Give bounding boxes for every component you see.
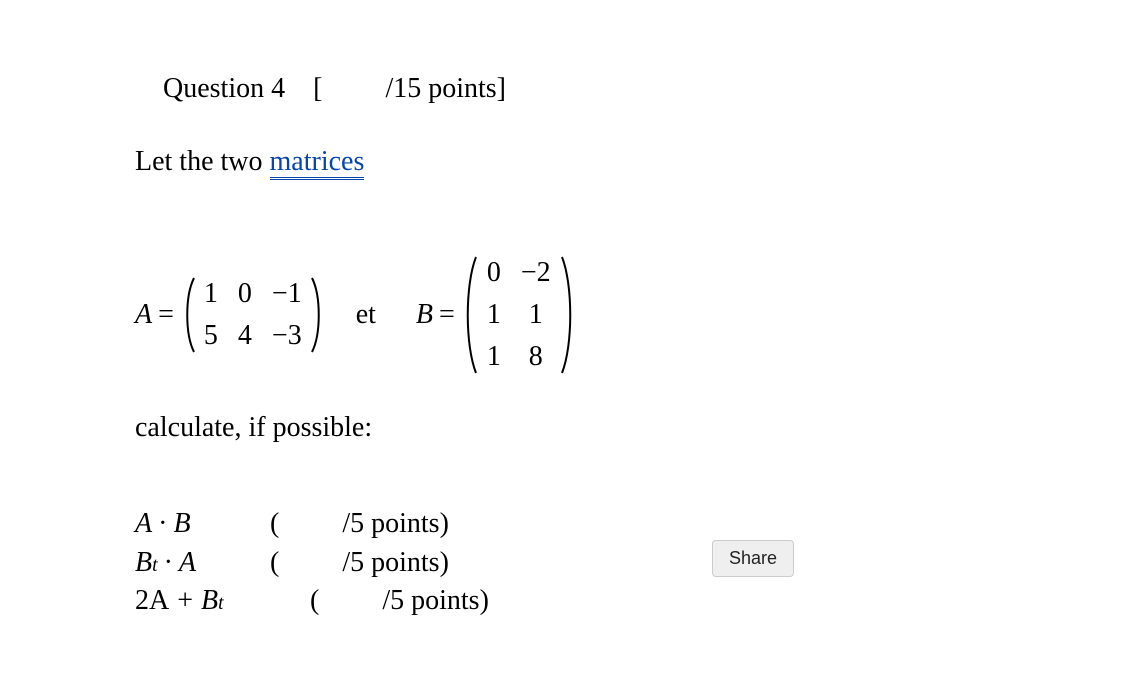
paren-right-icon (310, 272, 324, 359)
paren-left-icon (463, 251, 479, 380)
matrix-cell: −3 (272, 318, 302, 354)
calculate-label: calculate, if possible: (135, 410, 1124, 446)
task-row: 2A + Bt ( /5 points) (135, 583, 1124, 619)
task-expression: Bt · A (135, 545, 270, 581)
task-row: Bt · A ( /5 points) (135, 545, 1124, 581)
matrix-b-block: B = 0 −2 1 1 1 8 (416, 251, 577, 380)
connector-et: et (356, 297, 376, 333)
matrix-a-block: A = 1 0 −1 5 4 −3 (135, 272, 326, 359)
question-heading: Question 4 [ /15 points] (135, 35, 1124, 144)
task-points: ( /5 points) (270, 506, 449, 542)
task-expression: 2A + Bt (135, 583, 310, 619)
matrix-a: 1 0 −1 5 4 −3 (182, 272, 324, 359)
equals-sign: = (439, 297, 455, 333)
matrix-definitions: A = 1 0 −1 5 4 −3 et B (135, 251, 1124, 380)
question-label: Question 4 (163, 73, 285, 104)
document-content: Question 4 [ /15 points] Let the two mat… (0, 0, 1124, 619)
intro-prefix: Let the two (135, 146, 270, 177)
paren-right-icon (559, 251, 575, 380)
matrix-cell: 1 (204, 276, 218, 312)
matrix-b-var: B (416, 297, 433, 333)
task-points: ( /5 points) (270, 545, 449, 581)
task-list: A · B ( /5 points) Bt · A ( /5 points) 2… (135, 506, 1124, 619)
matrix-cell: 8 (529, 339, 543, 375)
task-expression: A · B (135, 506, 270, 542)
matrix-cell: −2 (521, 255, 551, 291)
matrix-cell: 5 (204, 318, 218, 354)
matrix-a-var: A (135, 297, 152, 333)
matrix-cell: 0 (238, 276, 252, 312)
share-button[interactable]: Share (712, 540, 794, 577)
task-row: A · B ( /5 points) (135, 506, 1124, 542)
matrix-cell: 4 (238, 318, 252, 354)
total-points: /15 points] (385, 73, 506, 104)
matrix-cell: 0 (487, 255, 501, 291)
matrix-cell: 1 (487, 297, 501, 333)
matrix-b: 0 −2 1 1 1 8 (463, 251, 575, 380)
task-points: ( /5 points) (310, 583, 489, 619)
matrices-link[interactable]: matrices (270, 146, 365, 180)
intro-line: Let the two matrices (135, 144, 1124, 180)
matrix-cell: −1 (272, 276, 302, 312)
equals-sign: = (158, 297, 174, 333)
matrix-cell: 1 (529, 297, 543, 333)
matrix-cell: 1 (487, 339, 501, 375)
paren-left-icon (182, 272, 196, 359)
